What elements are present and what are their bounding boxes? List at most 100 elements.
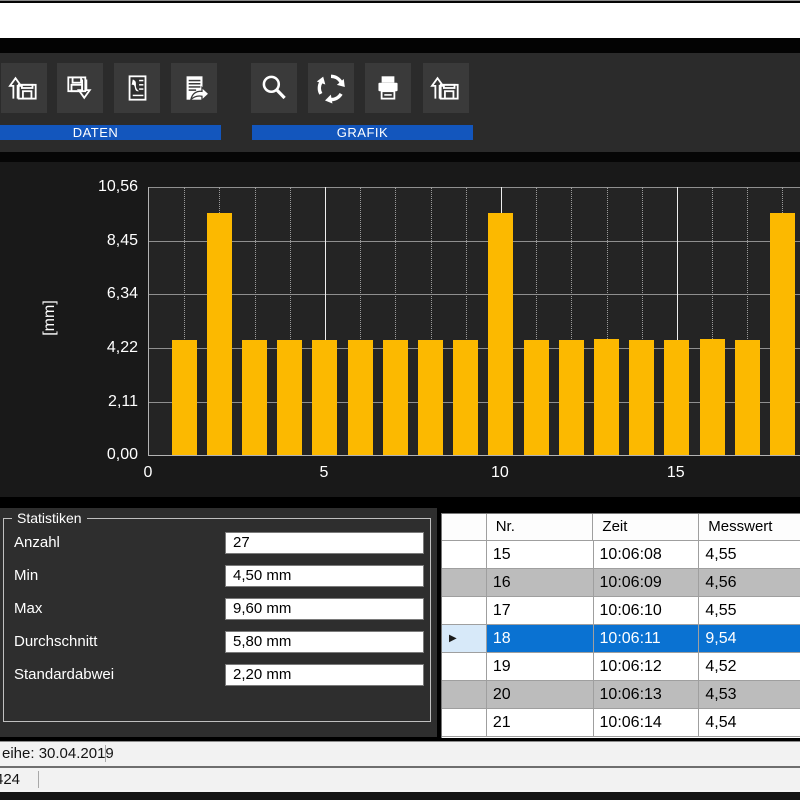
chart-bar xyxy=(418,340,443,455)
chart-bar xyxy=(277,340,302,456)
chart-bar xyxy=(559,340,584,456)
status-divider xyxy=(105,745,106,762)
chart-bar xyxy=(524,340,549,456)
cell-nr[interactable]: 18 xyxy=(487,625,594,653)
cell-zeit[interactable]: 10:06:13 xyxy=(594,681,700,709)
cell-nr[interactable]: 19 xyxy=(487,653,594,681)
menubar-strip xyxy=(0,38,800,53)
chart-bar xyxy=(700,339,725,455)
statistics-panel: Statistiken Anzahl27Min4,50 mmMax9,60 mm… xyxy=(0,508,437,737)
row-header-cell[interactable] xyxy=(442,709,487,737)
stat-value-standardabwei[interactable]: 2,20 mm xyxy=(225,664,424,686)
table-row-16[interactable]: 1610:06:094,56 xyxy=(442,569,800,597)
y-tick-label: 4,22 xyxy=(0,339,138,357)
refresh-button[interactable] xyxy=(308,63,354,113)
chart-bar xyxy=(488,213,513,455)
save-graphic-button[interactable] xyxy=(423,63,469,113)
floppy-up-icon xyxy=(7,71,41,105)
y-tick-label: 10,56 xyxy=(0,178,138,196)
row-header-cell[interactable] xyxy=(442,597,487,625)
cell-nr[interactable]: 17 xyxy=(487,597,594,625)
cell-messwert[interactable]: 4,52 xyxy=(699,653,800,681)
export-document-button[interactable] xyxy=(114,63,160,113)
document-export-icon xyxy=(120,71,154,105)
stat-label-anzahl: Anzahl xyxy=(14,534,60,551)
status-divider xyxy=(38,771,39,788)
floppy-down-icon xyxy=(63,71,97,105)
x-tick-label: 5 xyxy=(319,464,328,482)
zoom-button[interactable] xyxy=(251,63,297,113)
floppy-up-icon xyxy=(429,71,463,105)
row-header-corner[interactable] xyxy=(442,514,487,541)
table-header-row: Nr.ZeitMesswert xyxy=(442,514,800,541)
chart-bar xyxy=(770,213,795,455)
statistics-groupbox-title: Statistiken xyxy=(12,510,87,526)
table-row-20[interactable]: 2010:06:134,53 xyxy=(442,681,800,709)
column-header-nr[interactable]: Nr. xyxy=(487,514,594,541)
table-row-18[interactable]: ▶1810:06:119,54 xyxy=(442,625,800,653)
row-header-cell[interactable] xyxy=(442,569,487,597)
column-header-messwert[interactable]: Messwert xyxy=(699,514,800,541)
cell-messwert[interactable]: 4,56 xyxy=(699,569,800,597)
chart-bar xyxy=(242,340,267,456)
recycle-icon xyxy=(314,71,348,105)
toolbar: DATEN GRAFIK xyxy=(0,53,800,152)
stat-value-min[interactable]: 4,50 mm xyxy=(225,565,424,587)
load-data-button[interactable] xyxy=(1,63,47,113)
row-header-cell[interactable] xyxy=(442,681,487,709)
toolbar-group-label-grafik: GRAFIK xyxy=(252,125,473,140)
chart-bar xyxy=(312,340,337,456)
row-header-cell[interactable] xyxy=(442,653,487,681)
cell-zeit[interactable]: 10:06:08 xyxy=(594,541,700,569)
cell-zeit[interactable]: 10:06:12 xyxy=(594,653,700,681)
report-button[interactable] xyxy=(171,63,217,113)
cell-zeit[interactable]: 10:06:11 xyxy=(594,625,700,653)
print-button[interactable] xyxy=(365,63,411,113)
table-row-21[interactable]: 2110:06:144,54 xyxy=(442,709,800,737)
h-gridline xyxy=(149,187,800,188)
h-gridline xyxy=(149,241,800,242)
x-tick-label: 10 xyxy=(491,464,509,482)
chart-area: [mm] 0,002,114,226,348,4510,56051015 xyxy=(0,162,800,497)
stat-value-max[interactable]: 9,60 mm xyxy=(225,598,424,620)
y-tick-label: 0,00 xyxy=(0,446,138,464)
h-gridline xyxy=(149,294,800,295)
cell-zeit[interactable]: 10:06:10 xyxy=(594,597,700,625)
cell-nr[interactable]: 20 xyxy=(487,681,594,709)
cell-messwert[interactable]: 4,55 xyxy=(699,541,800,569)
x-tick-label: 15 xyxy=(667,464,685,482)
stat-value-anzahl[interactable]: 27 xyxy=(225,532,424,554)
stat-label-max: Max xyxy=(14,600,42,617)
application-window: DATEN GRAFIK [mm] 0,002,114,226,348,4510… xyxy=(0,0,800,800)
row-header-cell[interactable] xyxy=(442,541,487,569)
cell-nr[interactable]: 21 xyxy=(487,709,594,737)
column-header-zeit[interactable]: Zeit xyxy=(593,514,699,541)
table-row-15[interactable]: 1510:06:084,55 xyxy=(442,541,800,569)
cell-messwert[interactable]: 4,55 xyxy=(699,597,800,625)
measurement-table: Nr.ZeitMesswert1510:06:084,551610:06:094… xyxy=(441,513,800,738)
cell-zeit[interactable]: 10:06:09 xyxy=(594,569,700,597)
cell-zeit[interactable]: 10:06:14 xyxy=(594,709,700,737)
chart-bar xyxy=(453,340,478,455)
toolbar-divider xyxy=(0,152,800,162)
bottom-section: Statistiken Anzahl27Min4,50 mmMax9,60 mm… xyxy=(0,497,800,741)
table-row-17[interactable]: 1710:06:104,55 xyxy=(442,597,800,625)
document-arrow-icon xyxy=(177,71,211,105)
table-row-19[interactable]: 1910:06:124,52 xyxy=(442,653,800,681)
status-bar-counter: 424 xyxy=(0,768,800,792)
chart-bar xyxy=(629,340,654,456)
chart-bar xyxy=(348,340,373,455)
save-data-button[interactable] xyxy=(57,63,103,113)
cell-messwert[interactable]: 9,54 xyxy=(699,625,800,653)
stat-value-durchschnitt[interactable]: 5,80 mm xyxy=(225,631,424,653)
cell-nr[interactable]: 15 xyxy=(487,541,594,569)
statistics-groupbox: Statistiken Anzahl27Min4,50 mmMax9,60 mm… xyxy=(3,518,431,722)
chart-plot[interactable] xyxy=(148,187,800,456)
cell-messwert[interactable]: 4,54 xyxy=(699,709,800,737)
current-row-arrow-icon[interactable]: ▶ xyxy=(442,625,487,653)
cell-messwert[interactable]: 4,53 xyxy=(699,681,800,709)
cell-nr[interactable]: 16 xyxy=(487,569,594,597)
stat-label-durchschnitt: Durchschnitt xyxy=(14,633,97,650)
y-tick-label: 8,45 xyxy=(0,232,138,250)
status-counter-text: 424 xyxy=(0,768,20,792)
